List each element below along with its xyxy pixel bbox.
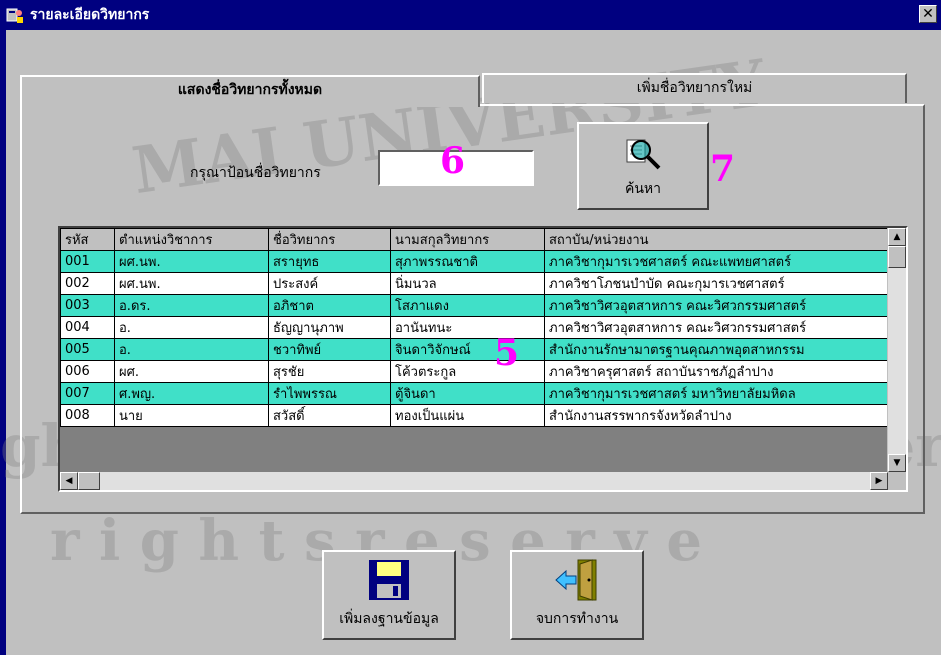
column-header-last-name[interactable]: นามสกุลวิทยากร <box>390 228 545 251</box>
column-header-position[interactable]: ตำแหน่งวิชาการ <box>114 228 269 251</box>
window-title: รายละเอียดวิทยากร <box>30 7 150 23</box>
table-row[interactable]: 005 อ. ชวาทิพย์ จินดาวิจักษณ์ สำนักงานรั… <box>60 338 891 361</box>
cell-position[interactable]: ผศ. <box>114 360 269 383</box>
cell-institution[interactable]: สำนักงานรักษามาตรฐานคุณภาพอุตสาหกรรม <box>544 338 891 361</box>
title-bar: รายละเอียดวิทยากร ✕ <box>0 0 941 30</box>
cell-institution[interactable]: ภาควิชากุมารเวชศาสตร์ มหาวิทยาลัยมหิดล <box>544 382 891 405</box>
horizontal-scroll-thumb[interactable] <box>78 472 100 490</box>
cell-position[interactable]: อ. <box>114 338 269 361</box>
lecturer-grid[interactable]: รหัส ตำแหน่งวิชาการ ชื่อวิทยากร นามสกุลว… <box>58 226 908 492</box>
close-button[interactable]: ✕ <box>919 5 937 23</box>
cell-first-name[interactable]: สรายุทธ <box>268 250 391 273</box>
scroll-down-arrow-icon[interactable]: ▼ <box>888 454 906 472</box>
cell-first-name[interactable]: รำไพพรรณ <box>268 382 391 405</box>
cell-last-name[interactable]: นิ่มนวล <box>390 272 545 295</box>
cell-code[interactable]: 001 <box>60 250 115 273</box>
exit-button[interactable]: จบการทำงาน <box>510 550 644 640</box>
cell-code[interactable]: 004 <box>60 316 115 339</box>
horizontal-scrollbar[interactable]: ◀ ▶ <box>60 472 888 490</box>
cell-last-name[interactable]: โค้วตระกูล <box>390 360 545 383</box>
save-button-label: เพิ่มลงฐานข้อมูล <box>339 611 439 627</box>
table-row[interactable]: 008 นาย สวัสดิ์ ทองเป็นแผ่น สำนักงานสรรพ… <box>60 404 891 427</box>
cell-institution[interactable]: ภาควิชาวิศวอุตสาหการ คณะวิศวกรรมศาสตร์ <box>544 294 891 317</box>
column-header-code[interactable]: รหัส <box>60 228 115 251</box>
cell-first-name[interactable]: ประสงค์ <box>268 272 391 295</box>
column-header-first-name[interactable]: ชื่อวิทยากร <box>268 228 391 251</box>
table-row[interactable]: 003 อ.ดร. อภิชาต โสภาแดง ภาควิชาวิศวอุตส… <box>60 294 891 317</box>
tab-add-new[interactable]: เพิ่มชื่อวิทยากรใหม่ <box>482 73 907 103</box>
search-button-label: ค้นหา <box>624 181 662 197</box>
cell-first-name[interactable]: ชวาทิพย์ <box>268 338 391 361</box>
cell-position[interactable]: อ. <box>114 316 269 339</box>
app-icon <box>6 8 23 23</box>
cell-code[interactable]: 006 <box>60 360 115 383</box>
save-to-database-button[interactable]: เพิ่มลงฐานข้อมูล <box>322 550 456 640</box>
cell-position[interactable]: อ.ดร. <box>114 294 269 317</box>
vertical-scrollbar[interactable]: ▲ ▼ <box>887 228 906 472</box>
annotation-6: 6 <box>440 140 466 182</box>
scroll-up-arrow-icon[interactable]: ▲ <box>888 228 906 246</box>
table-row[interactable]: 001 ผศ.นพ. สรายุทธ สุภาพรรณชาติ ภาควิชาก… <box>60 250 891 273</box>
magnifier-icon <box>626 139 661 170</box>
window-border <box>0 30 6 655</box>
cell-institution[interactable]: สำนักงานสรรพากรจังหวัดลำปาง <box>544 404 891 427</box>
scroll-right-arrow-icon[interactable]: ▶ <box>870 472 888 490</box>
cell-institution[interactable]: ภาควิชาโภชนบำบัด คณะกุมารเวชศาสตร์ <box>544 272 891 295</box>
cell-position[interactable]: ศ.พญ. <box>114 382 269 405</box>
cell-institution[interactable]: ภาควิชากุมารเวชศาสตร์ คณะแพทยศาสตร์ <box>544 250 891 273</box>
cell-code[interactable]: 003 <box>60 294 115 317</box>
cell-code[interactable]: 008 <box>60 404 115 427</box>
cell-code[interactable]: 005 <box>60 338 115 361</box>
annotation-7: 7 <box>710 148 736 190</box>
scroll-left-arrow-icon[interactable]: ◀ <box>60 472 78 490</box>
table-row[interactable]: 006 ผศ. สุรชัย โค้วตระกูล ภาควิชาครุศาสต… <box>60 360 891 383</box>
vertical-scroll-thumb[interactable] <box>888 246 906 268</box>
cell-first-name[interactable]: สวัสดิ์ <box>268 404 391 427</box>
cell-last-name[interactable]: สุภาพรรณชาติ <box>390 250 545 273</box>
cell-position[interactable]: นาย <box>114 404 269 427</box>
cell-last-name[interactable]: จินดาวิจักษณ์ <box>390 338 545 361</box>
column-header-institution[interactable]: สถาบัน/หน่วยงาน <box>544 228 891 251</box>
annotation-5: 5 <box>494 332 520 374</box>
cell-position[interactable]: ผศ.นพ. <box>114 250 269 273</box>
cell-code[interactable]: 002 <box>60 272 115 295</box>
cell-institution[interactable]: ภาควิชาวิศวอุตสาหการ คณะวิศวกรรมศาสตร์ <box>544 316 891 339</box>
cell-code[interactable]: 007 <box>60 382 115 405</box>
lecturer-table: รหัส ตำแหน่งวิชาการ ชื่อวิทยากร นามสกุลว… <box>60 228 891 427</box>
cell-position[interactable]: ผศ.นพ. <box>114 272 269 295</box>
table-row[interactable]: 002 ผศ.นพ. ประสงค์ นิ่มนวล ภาควิชาโภชนบำ… <box>60 272 891 295</box>
cell-last-name[interactable]: ตู้จินดา <box>390 382 545 405</box>
close-icon: ✕ <box>922 6 934 22</box>
tab-add-new-label: เพิ่มชื่อวิทยากรใหม่ <box>636 80 753 96</box>
table-row[interactable]: 007 ศ.พญ. รำไพพรรณ ตู้จินดา ภาควิชากุมาร… <box>60 382 891 405</box>
cell-institution[interactable]: ภาควิชาครุศาสตร์ สถาบันราชภัฏลำปาง <box>544 360 891 383</box>
table-row[interactable]: 004 อ. ธัญญานุภาพ อานันทนะ ภาควิชาวิศวอุ… <box>60 316 891 339</box>
floppy-disk-icon <box>369 560 409 600</box>
cell-last-name[interactable]: โสภาแดง <box>390 294 545 317</box>
scrollbar-corner <box>888 472 906 490</box>
exit-door-icon <box>555 559 597 601</box>
cell-first-name[interactable]: ธัญญานุภาพ <box>268 316 391 339</box>
exit-button-label: จบการทำงาน <box>535 611 619 627</box>
search-button[interactable]: ค้นหา <box>577 122 709 210</box>
cell-last-name[interactable]: ทองเป็นแผ่น <box>390 404 545 427</box>
cell-first-name[interactable]: อภิชาต <box>268 294 391 317</box>
tab-show-all-label: แสดงชื่อวิทยากรทั้งหมด <box>177 82 323 98</box>
cell-first-name[interactable]: สุรชัย <box>268 360 391 383</box>
cell-last-name[interactable]: อานันทนะ <box>390 316 545 339</box>
tab-show-all[interactable]: แสดงชื่อวิทยากรทั้งหมด <box>20 75 480 107</box>
table-header-row: รหัส ตำแหน่งวิชาการ ชื่อวิทยากร นามสกุลว… <box>60 228 891 251</box>
search-prompt-label: กรุณาป้อนชื่อวิทยากร <box>190 165 321 181</box>
